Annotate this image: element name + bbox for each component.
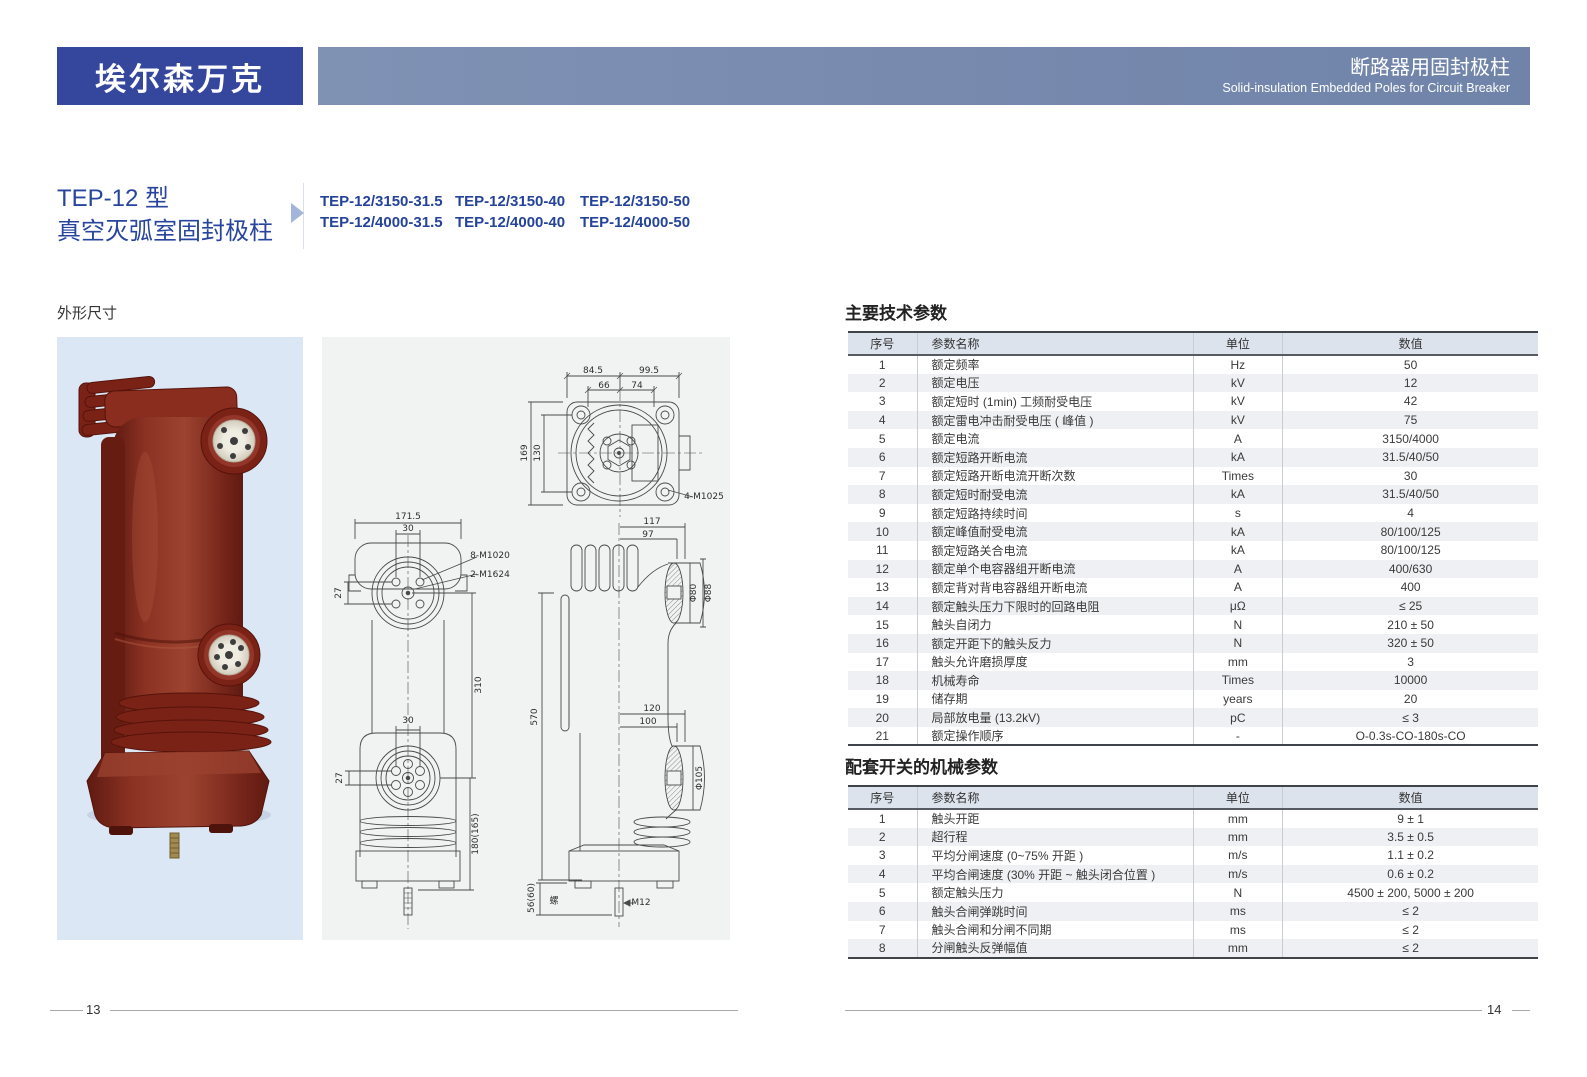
table-row: 17触头允许磨损厚度mm3 — [848, 653, 1538, 672]
column-header: 序号 — [848, 786, 917, 809]
table-row: 10额定峰值耐受电流kA80/100/125 — [848, 522, 1538, 541]
table-row: 6触头合闸弹跳时间ms≤ 2 — [848, 902, 1538, 921]
table-row: 8额定短时耐受电流kA31.5/40/50 — [848, 485, 1538, 504]
dimension-label: Φ80 — [689, 584, 699, 603]
column-header: 单位 — [1193, 786, 1283, 809]
banner-title-en: Solid-insulation Embedded Poles for Circ… — [1222, 80, 1510, 96]
spec-table-mechanical: 序号参数名称单位数值 1触头开距mm9 ± 12超行程mm3.5 ± 0.53平… — [848, 785, 1538, 959]
table-row: 11额定短路关合电流kA80/100/125 — [848, 541, 1538, 560]
section-banner: 断路器用固封极柱 Solid-insulation Embedded Poles… — [318, 47, 1530, 105]
footer-rule-right-end — [1512, 1010, 1530, 1011]
table-row: 21额定操作顺序-O-0.3s-CO-180s-CO — [848, 727, 1538, 746]
dimension-labels-layer: 84.5 99.5 66 74 169130 4-M1025 171.5 30 8-M1020 2… — [322, 337, 730, 940]
dimension-label: 27 — [334, 587, 344, 598]
dimension-label: 171.5 — [395, 512, 421, 522]
table-row: 7触头合闸和分闸不同期ms≤ 2 — [848, 921, 1538, 940]
dimension-label: 74 — [631, 381, 642, 391]
model-item: TEP-12/3150-40 — [455, 193, 580, 214]
brand-logo-text: 埃尔森万克 — [95, 54, 265, 99]
series-title: TEP-12 型 真空灭弧室固封极柱 — [57, 182, 273, 248]
model-list: TEP-12/3150-31.5 TEP-12/3150-40 TEP-12/3… — [320, 193, 700, 235]
dimension-label: 99.5 — [639, 366, 659, 376]
table-row: 3额定短时 (1min) 工频耐受电压kV42 — [848, 392, 1538, 411]
footer-rule-left-start — [50, 1010, 83, 1011]
table-row: 3平均分闸速度 (0~75% 开距 )m/s1.1 ± 0.2 — [848, 846, 1538, 865]
brand-logo: 埃尔森万克 — [57, 47, 303, 105]
table-row: 5额定电流A3150/4000 — [848, 429, 1538, 448]
outline-section-title: 外形尺寸 — [57, 302, 117, 323]
dimension-label: 130 — [533, 444, 543, 461]
series-title-line1: TEP-12 型 — [57, 182, 273, 215]
table-header-row: 序号参数名称单位数值 — [848, 332, 1538, 355]
dimension-label: 100 — [639, 717, 656, 727]
page-number-left: 13 — [86, 1002, 100, 1017]
table-row: 6额定短路开断电流kA31.5/40/50 — [848, 448, 1538, 467]
table-row: 5额定触头压力N4500 ± 200, 5000 ± 200 — [848, 883, 1538, 902]
dimension-label: 30 — [402, 524, 413, 534]
dimension-label: 117 — [643, 517, 660, 527]
dimension-label: 30 — [402, 716, 413, 726]
table-row: 13额定背对背电容器组开断电流A400 — [848, 578, 1538, 597]
dimension-label: 8-M1020 — [470, 551, 510, 561]
table-header-row: 序号参数名称单位数值 — [848, 786, 1538, 809]
table-row: 2额定电压kV12 — [848, 374, 1538, 393]
dimension-label: 56(60) — [527, 883, 537, 913]
column-header: 参数名称 — [917, 332, 1193, 355]
catalog-page: 埃尔森万克 断路器用固封极柱 Solid-insulation Embedded… — [0, 0, 1587, 1077]
column-header: 数值 — [1283, 332, 1538, 355]
table-row: 16额定开距下的触头反力N320 ± 50 — [848, 634, 1538, 653]
series-title-line2: 真空灭弧室固封极柱 — [57, 215, 273, 248]
table-row: 12额定单个电容器组开断电流A400/630 — [848, 560, 1538, 579]
model-item: TEP-12/3150-31.5 — [320, 193, 455, 214]
table-row: 2超行程mm3.5 ± 0.5 — [848, 828, 1538, 847]
dimension-label: 4-M1025 — [684, 492, 724, 502]
table-row: 1触头开距mm9 ± 1 — [848, 809, 1538, 828]
column-header: 参数名称 — [917, 786, 1193, 809]
table-row: 15触头自闭力N210 ± 50 — [848, 615, 1538, 634]
dimension-label: 570 — [530, 708, 540, 725]
dimension-label: 66 — [598, 381, 609, 391]
banner-title-cn: 断路器用固封极柱 — [1350, 56, 1510, 80]
mechanical-table-title: 配套开关的机械参数 — [845, 753, 998, 778]
model-item: TEP-12/3150-50 — [580, 193, 700, 214]
outline-drawing-panel: 84.5 99.5 66 74 169130 4-M1025 171.5 30 8-M1020 2… — [322, 337, 730, 940]
spec-table-main: 序号参数名称单位数值 1额定频率Hz502额定电压kV123额定短时 (1min… — [848, 331, 1538, 746]
dimension-label: 2-M1624 — [470, 570, 510, 580]
dimension-label: Φ105 — [695, 766, 705, 790]
arrow-right-icon — [291, 203, 304, 223]
page-number-right: 14 — [1487, 1002, 1501, 1017]
product-photo-panel — [57, 337, 303, 940]
main-table-title: 主要技术参数 — [845, 299, 947, 324]
table-row: 9额定短路持续时间s4 — [848, 504, 1538, 523]
dimension-label: M12 — [631, 898, 650, 908]
table-row: 4额定雷电冲击耐受电压 ( 峰值 )kV75 — [848, 411, 1538, 430]
table-row: 20局部放电量 (13.2kV)pC≤ 3 — [848, 708, 1538, 727]
table-row: 4平均合闸速度 (30% 开距 ~ 触头闭合位置 )m/s0.6 ± 0.2 — [848, 865, 1538, 884]
table-row: 14额定触头压力下限时的回路电阻μΩ≤ 25 — [848, 597, 1538, 616]
dimension-label: Φ88 — [704, 584, 714, 603]
model-item: TEP-12/4000-31.5 — [320, 214, 455, 235]
footer-rule-right — [845, 1010, 1482, 1011]
dimension-label: 84.5 — [583, 366, 603, 376]
dimension-label: 97 — [642, 530, 653, 540]
column-header: 序号 — [848, 332, 917, 355]
dimension-label: 螺 — [549, 894, 558, 907]
column-header: 数值 — [1283, 786, 1538, 809]
table-row: 1额定频率Hz50 — [848, 355, 1538, 374]
dimension-label: 120 — [643, 704, 660, 714]
column-header: 单位 — [1193, 332, 1283, 355]
dimension-label: 310 — [474, 676, 484, 693]
footer-rule-left — [110, 1010, 738, 1011]
dimension-label: 180(165) — [471, 813, 481, 854]
dimension-label: 169 — [520, 444, 530, 461]
table-row: 19储存期years20 — [848, 690, 1538, 709]
product-photo — [57, 337, 303, 940]
model-item: TEP-12/4000-40 — [455, 214, 580, 235]
model-item: TEP-12/4000-50 — [580, 214, 700, 235]
dimension-label: 27 — [335, 772, 345, 783]
table-row: 8分闸触头反弹幅值mm≤ 2 — [848, 939, 1538, 958]
table-row: 7额定短路开断电流开断次数Times30 — [848, 467, 1538, 486]
table-row: 18机械寿命Times10000 — [848, 671, 1538, 690]
